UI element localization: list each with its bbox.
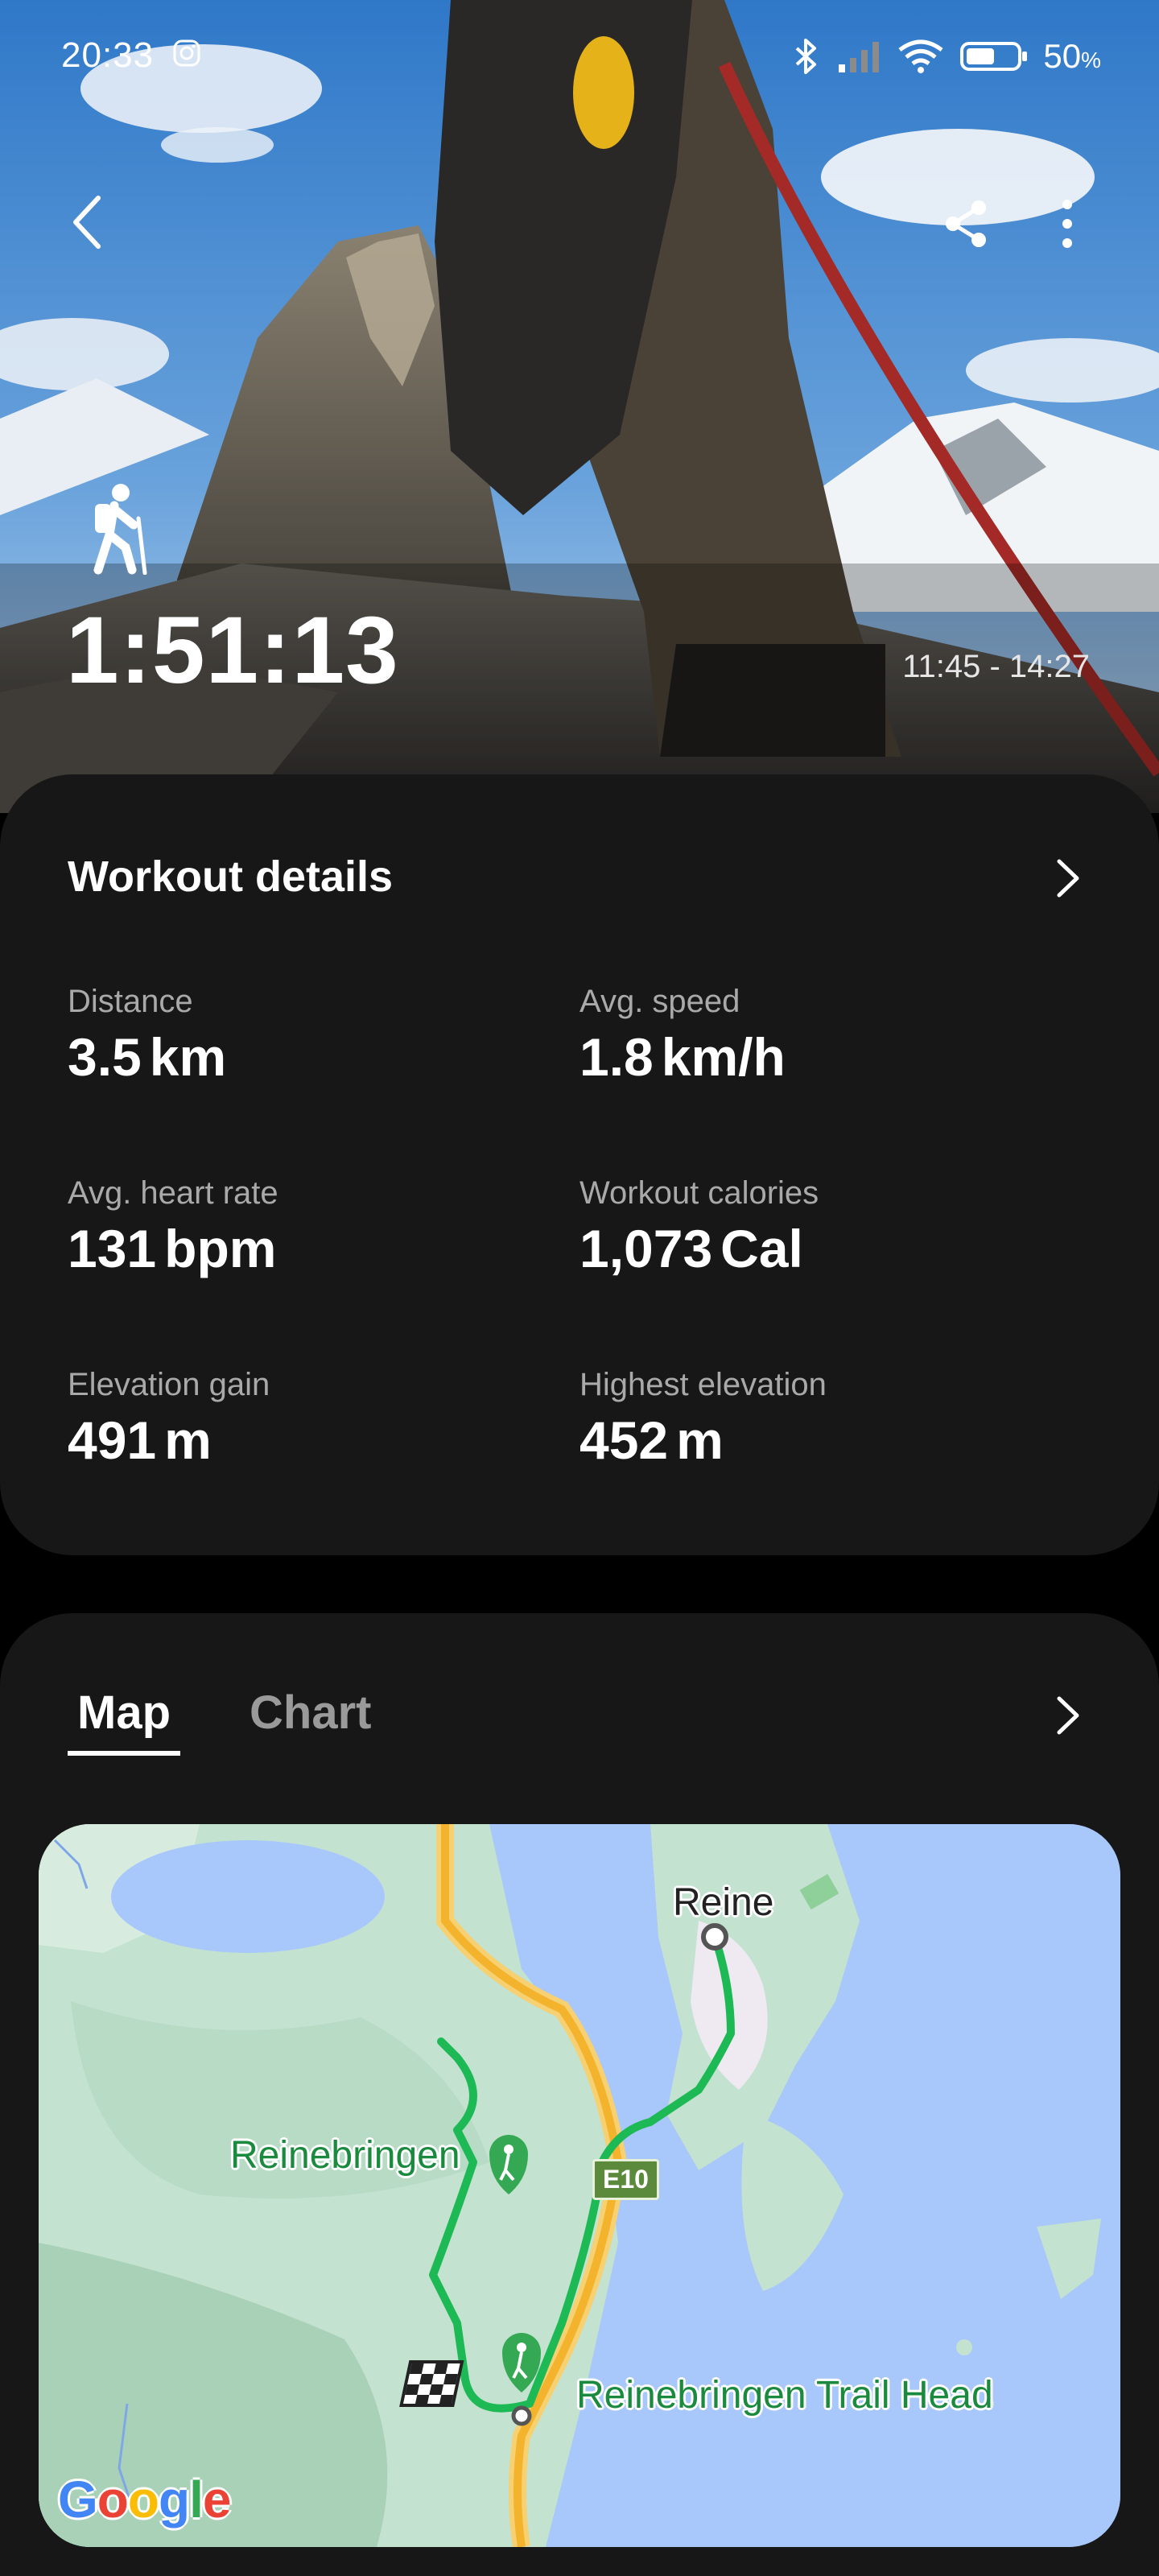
hero-banner: 20:33 50% 1:51:13 11:45 - 14:27 — [0, 0, 1159, 813]
stat-label: Distance — [68, 984, 193, 1019]
stat-label: Workout calories — [580, 1175, 819, 1211]
stat-label: Highest elevation — [580, 1367, 827, 1402]
instagram-icon — [173, 39, 200, 67]
chevron-right-icon[interactable] — [1051, 1694, 1083, 1737]
route-map[interactable]: Reine Reinebringen Reinebringen Trail He… — [39, 1824, 1120, 2547]
stat-value: 1,073 Cal — [580, 1219, 803, 1278]
chevron-right-icon[interactable] — [1051, 857, 1083, 900]
workout-duration: 1:51:13 — [66, 597, 399, 704]
map-label-trailhead: Reinebringen Trail Head — [576, 2374, 993, 2417]
tab-bar: Map Chart — [68, 1686, 381, 1756]
route-start-marker — [701, 1923, 728, 1951]
stat-highest-elevation: Highest elevation 452 m — [580, 1367, 827, 1471]
map-label-town: Reine — [673, 1881, 774, 1924]
map-attribution: Google — [58, 2471, 231, 2529]
more-vertical-icon[interactable] — [1053, 198, 1082, 250]
map-chart-card: Map Chart Reine Reinebringen Reinebringe… — [0, 1613, 1159, 2576]
stat-label: Avg. heart rate — [68, 1175, 278, 1211]
share-icon[interactable] — [942, 198, 990, 250]
stat-label: Elevation gain — [68, 1367, 270, 1402]
map-canvas[interactable] — [39, 1824, 1120, 2547]
workout-time-range: 11:45 - 14:27 — [902, 649, 1090, 684]
status-bar: 20:33 50% — [0, 32, 1159, 80]
stat-value: 452 m — [580, 1410, 724, 1470]
status-time: 20:33 — [61, 35, 155, 75]
stat-elevation-gain: Elevation gain 491 m — [68, 1367, 270, 1471]
stat-value: 1.8 km/h — [580, 1027, 786, 1087]
stat-label: Avg. speed — [580, 984, 740, 1019]
signal-icon — [839, 42, 880, 72]
workout-details-card[interactable]: Workout details Distance 3.5 km Avg. spee… — [0, 774, 1159, 1555]
tab-chart[interactable]: Chart — [240, 1686, 381, 1756]
stat-avg-heart-rate: Avg. heart rate 131 bpm — [68, 1175, 278, 1279]
stat-value: 3.5 km — [68, 1027, 227, 1087]
hiking-icon — [93, 484, 147, 575]
stat-distance: Distance 3.5 km — [68, 984, 226, 1088]
stat-value: 491 m — [68, 1410, 212, 1470]
stat-value: 131 bpm — [68, 1219, 277, 1278]
wifi-icon — [898, 39, 943, 73]
stat-avg-speed: Avg. speed 1.8 km/h — [580, 984, 786, 1088]
back-icon[interactable] — [68, 193, 108, 251]
bluetooth-icon — [796, 39, 817, 74]
stat-workout-calories: Workout calories 1,073 Cal — [580, 1175, 819, 1279]
road-badge: E10 — [592, 2159, 659, 2200]
tab-map[interactable]: Map — [68, 1686, 180, 1756]
battery-percentage: 50% — [1043, 37, 1101, 75]
workout-details-title: Workout details — [68, 852, 394, 901]
battery-icon — [960, 42, 1028, 71]
map-label-peak: Reinebringen — [230, 2134, 460, 2177]
